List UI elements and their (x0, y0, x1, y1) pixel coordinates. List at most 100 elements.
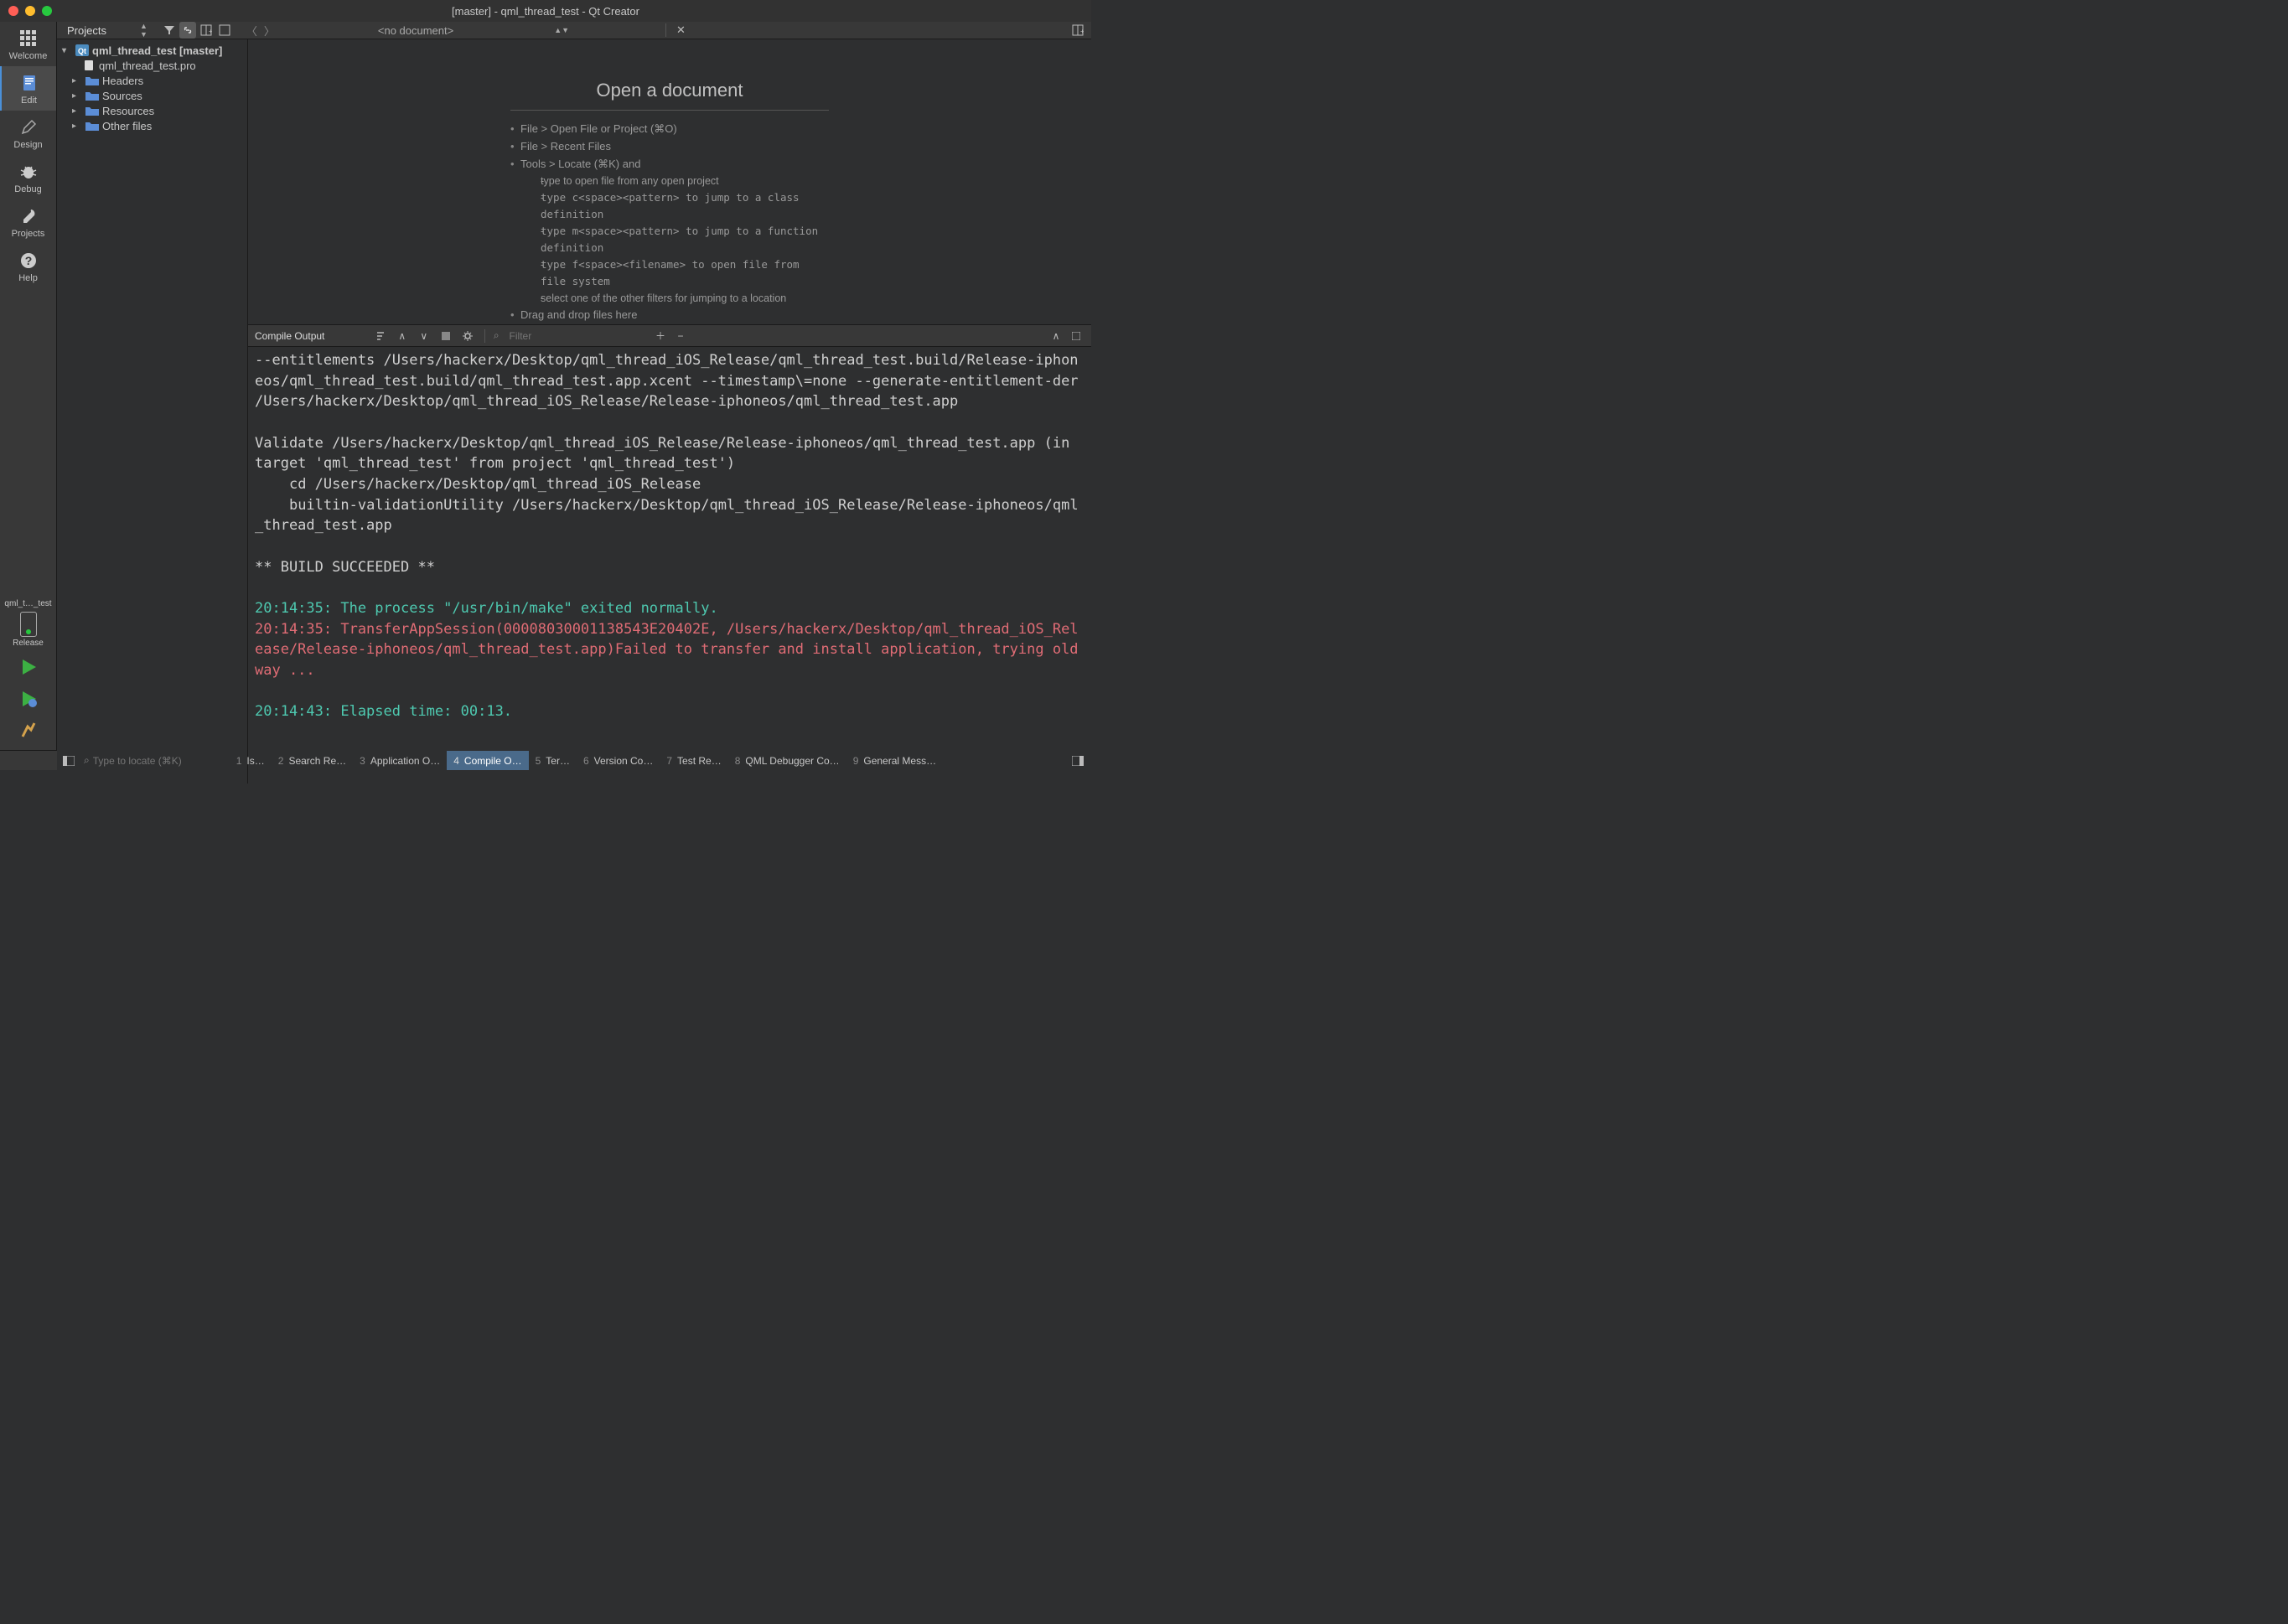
editor-placeholder: Open a document File > Open File or Proj… (248, 39, 1091, 324)
window-title: [master] - qml_thread_test - Qt Creator (452, 5, 639, 18)
tree-root[interactable]: ▾ Qt qml_thread_test [master] (57, 43, 247, 58)
toggle-right-sidebar-icon[interactable] (1069, 753, 1086, 769)
status-tab-8[interactable]: 8QML Debugger Co… (728, 751, 846, 770)
titlebar[interactable]: [master] - qml_thread_test - Qt Creator (0, 0, 1091, 22)
placeholder-sub-item: type to open file from any open project (531, 173, 829, 189)
mode-projects[interactable]: Projects (0, 199, 56, 244)
wrench-icon (18, 206, 39, 226)
output-panel: Compile Output ∧ ∨ ⌕ ＋ − ∧ (248, 324, 1091, 784)
projects-dropdown[interactable]: Projects ▲▼ (57, 22, 158, 39)
placeholder-item: File > Open File or Project (⌘O) (510, 121, 829, 138)
filter-input[interactable] (505, 328, 605, 344)
stop-icon[interactable] (437, 328, 454, 344)
grid-icon (18, 28, 39, 49)
tree-folder-headers[interactable]: ▸ Headers (57, 73, 247, 88)
next-icon[interactable]: ∨ (416, 328, 432, 344)
sort-icon[interactable] (372, 328, 389, 344)
output-line: cd /Users/hackerx/Desktop/qml_thread_iOS… (255, 474, 1084, 495)
maximize-window-button[interactable] (42, 6, 52, 16)
placeholder-item: Drag and drop files here (510, 307, 829, 324)
output-content[interactable]: --entitlements /Users/hackerx/Desktop/qm… (248, 347, 1091, 784)
mode-welcome[interactable]: Welcome (0, 22, 56, 66)
status-tab-7[interactable]: 7Test Re… (660, 751, 727, 770)
window-controls (8, 6, 52, 16)
status-tab-9[interactable]: 9General Mess… (846, 751, 943, 770)
output-title: Compile Output (255, 330, 324, 342)
filter-icon[interactable] (161, 22, 178, 39)
zoom-in-icon[interactable]: ＋ (652, 328, 669, 344)
mode-design[interactable]: Design (0, 111, 56, 155)
placeholder-item: Tools > Locate (⌘K) and (510, 156, 829, 173)
placeholder-sub-item: type c<space><pattern> to jump to a clas… (531, 189, 829, 223)
kit-selector[interactable]: qml_t…_test Release (0, 596, 56, 651)
collapse-icon[interactable]: ∧ (1048, 328, 1064, 344)
chevron-down-icon[interactable]: ▾ (62, 46, 72, 55)
mode-label: Debug (14, 184, 41, 194)
placeholder-sub-item: select one of the other filters for jump… (531, 290, 829, 307)
minimize-window-button[interactable] (25, 6, 35, 16)
tree-label: Other files (102, 120, 152, 132)
output-header: Compile Output ∧ ∨ ⌕ ＋ − ∧ (248, 325, 1091, 347)
mode-label: Design (13, 140, 42, 150)
status-tab-2[interactable]: 2Search Re… (272, 751, 353, 770)
split-icon[interactable]: + (198, 22, 215, 39)
run-button[interactable] (0, 651, 56, 683)
pencil-icon (18, 117, 39, 137)
output-line: ** BUILD SUCCEEDED ** (255, 557, 1084, 578)
toggle-left-sidebar-icon[interactable] (60, 753, 77, 769)
output-line: builtin-validationUtility /Users/hackerx… (255, 495, 1084, 536)
nav-back-button[interactable]: 〈 (246, 23, 257, 39)
status-tab-1[interactable]: 1Is… (230, 751, 272, 770)
chevron-right-icon[interactable]: ▸ (72, 122, 82, 131)
status-tab-4[interactable]: 4Compile O… (447, 751, 528, 770)
chevron-right-icon[interactable]: ▸ (72, 106, 82, 116)
locator[interactable]: ⌕ (77, 751, 230, 770)
mode-label: Welcome (9, 51, 48, 61)
mode-debug[interactable]: Debug (0, 155, 56, 199)
locator-input[interactable] (93, 755, 223, 767)
link-icon[interactable] (179, 22, 196, 39)
tree-pro-file[interactable]: qml_thread_test.pro (57, 58, 247, 73)
tree-label: Resources (102, 105, 154, 117)
status-tab-3[interactable]: 3Application O… (353, 751, 447, 770)
close-document-button[interactable]: ✕ (670, 23, 692, 37)
chevron-right-icon[interactable]: ▸ (72, 91, 82, 101)
zoom-out-icon[interactable]: − (672, 328, 689, 344)
project-tree[interactable]: ▾ Qt qml_thread_test [master] qml_thread… (57, 39, 248, 784)
placeholder-item: File > Recent Files (510, 138, 829, 156)
dropdown-icon: ▲▼ (554, 26, 569, 34)
bug-icon (18, 162, 39, 182)
editor-area: Open a document File > Open File or Proj… (248, 39, 1091, 784)
status-tab-6[interactable]: 6Version Co… (577, 751, 660, 770)
close-split-icon[interactable] (216, 22, 233, 39)
qt-project-icon: Qt (75, 44, 89, 57)
question-icon: ? (18, 251, 39, 271)
output-line: Validate /Users/hackerx/Desktop/qml_thre… (255, 433, 1084, 474)
mode-edit[interactable]: Edit (0, 66, 56, 111)
tree-folder-resources[interactable]: ▸ Resources (57, 103, 247, 118)
chevron-right-icon[interactable]: ▸ (72, 76, 82, 85)
svg-text:+: + (209, 28, 212, 35)
document-selector[interactable]: <no document> ▲▼ (285, 24, 662, 37)
dropdown-icon: ▲▼ (140, 22, 148, 39)
run-debug-button[interactable] (0, 683, 56, 715)
mode-label: Edit (21, 96, 37, 106)
output-line (255, 577, 1084, 598)
tree-folder-other[interactable]: ▸ Other files (57, 118, 247, 133)
kit-project-label: qml_t…_test (0, 599, 56, 608)
gear-icon[interactable] (459, 328, 476, 344)
svg-text:+: + (1080, 28, 1084, 35)
status-tab-5[interactable]: 5Ter… (529, 751, 577, 770)
close-window-button[interactable] (8, 6, 18, 16)
tree-folder-sources[interactable]: ▸ Sources (57, 88, 247, 103)
placeholder-sub-item: type m<space><pattern> to jump to a func… (531, 223, 829, 256)
tree-label: Headers (102, 75, 143, 87)
nav-forward-button[interactable]: 〉 (264, 23, 275, 39)
placeholder-title: Open a document (510, 80, 829, 111)
build-button[interactable] (0, 715, 56, 747)
mode-label: Help (18, 273, 38, 283)
prev-icon[interactable]: ∧ (394, 328, 411, 344)
maximize-icon[interactable] (1068, 328, 1084, 344)
mode-help[interactable]: ? Help (0, 244, 56, 288)
split-right-icon[interactable]: + (1069, 22, 1086, 39)
